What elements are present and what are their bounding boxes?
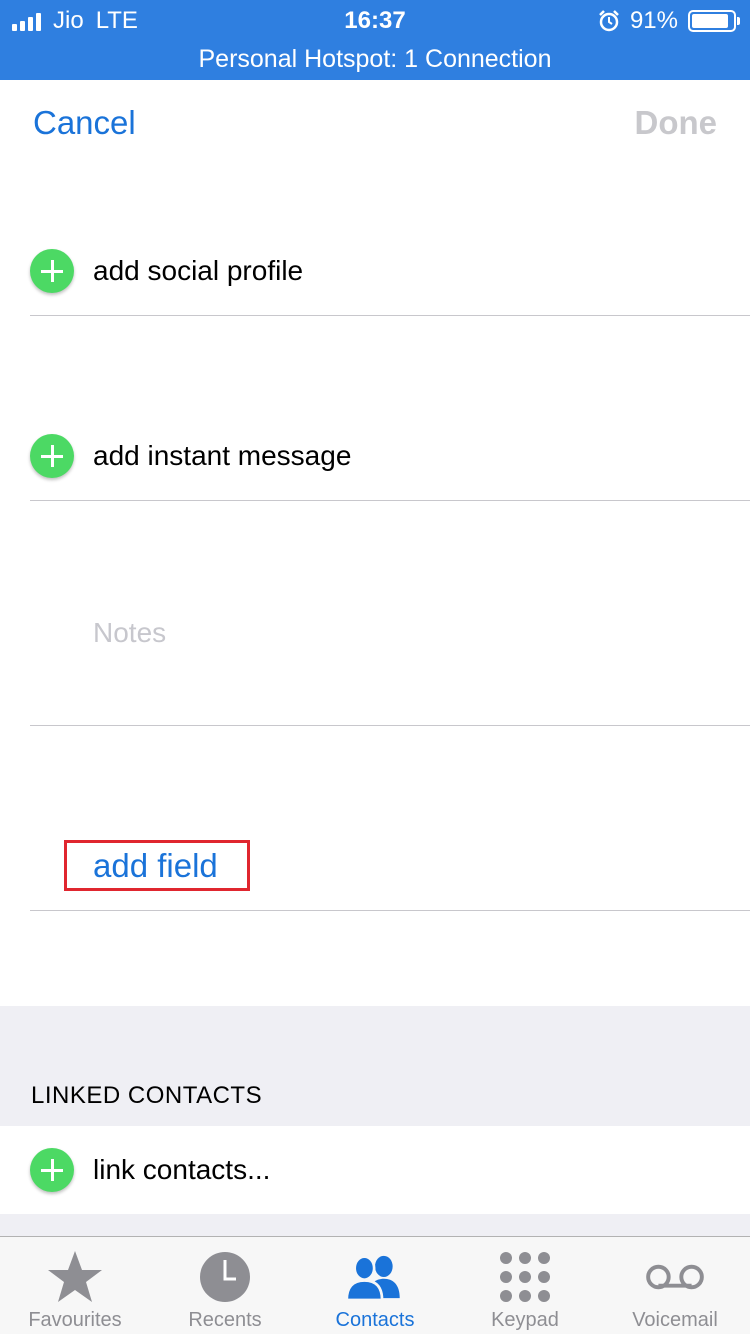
status-right: 91% (598, 6, 740, 36)
contacts-icon (345, 1247, 405, 1307)
add-instant-message-row[interactable]: add instant message (30, 425, 750, 487)
keypad-icon (495, 1247, 555, 1307)
divider (30, 725, 750, 726)
linked-contacts-header: LINKED CONTACTS (31, 1082, 263, 1109)
add-social-profile-row[interactable]: add social profile (30, 240, 750, 302)
section-footer (0, 1214, 750, 1236)
add-social-profile-label: add social profile (93, 255, 304, 286)
tab-label: Contacts (335, 1309, 415, 1331)
alarm-clock-icon (598, 10, 620, 32)
tab-voicemail[interactable]: Voicemail (600, 1237, 750, 1334)
tab-label: Voicemail (632, 1309, 718, 1331)
voicemail-icon (645, 1247, 705, 1307)
notes-field[interactable]: Notes (93, 617, 166, 649)
add-plus-icon[interactable] (30, 434, 74, 478)
tab-favourites[interactable]: Favourites (0, 1237, 150, 1334)
tab-label: Keypad (491, 1309, 559, 1331)
add-plus-icon[interactable] (30, 1148, 74, 1192)
done-button[interactable]: Done (635, 104, 718, 142)
divider (30, 500, 750, 501)
tab-label: Recents (188, 1309, 262, 1331)
tab-bar: Favourites Recents Contacts Keypad Voice… (0, 1236, 750, 1334)
battery-icon (688, 10, 740, 32)
divider (30, 315, 750, 316)
tab-recents[interactable]: Recents (150, 1237, 300, 1334)
tab-keypad[interactable]: Keypad (450, 1237, 600, 1334)
add-plus-icon[interactable] (30, 249, 74, 293)
battery-percent: 91% (629, 7, 678, 34)
cancel-button[interactable]: Cancel (33, 104, 136, 142)
tab-contacts[interactable]: Contacts (300, 1237, 450, 1334)
tab-label: Favourites (28, 1309, 122, 1331)
star-icon (45, 1247, 105, 1307)
link-contacts-label: link contacts... (93, 1154, 271, 1185)
link-contacts-row[interactable]: link contacts... (30, 1139, 750, 1201)
clock-icon (195, 1247, 255, 1307)
hotspot-banner[interactable]: Personal Hotspot: 1 Connection (0, 42, 750, 76)
divider (30, 910, 750, 911)
add-field-button[interactable]: add field (93, 847, 218, 885)
add-instant-message-label: add instant message (93, 440, 352, 471)
status-bar: Jio LTE 16:37 91% Personal Hotspot: 1 Co… (0, 0, 750, 80)
